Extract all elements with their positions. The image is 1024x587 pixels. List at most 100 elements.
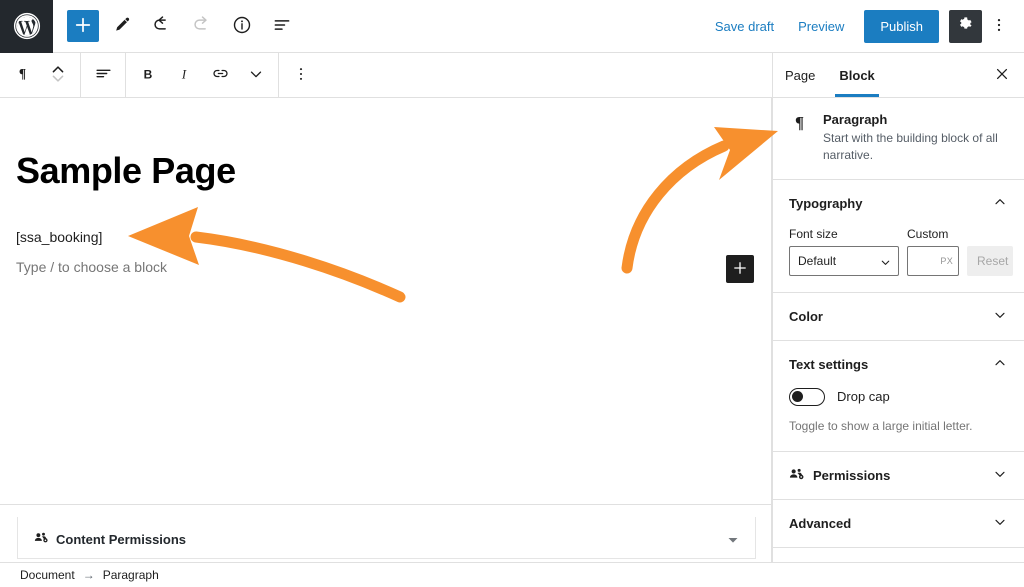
triangle-down-icon[interactable] xyxy=(727,533,739,545)
chevron-down-icon xyxy=(992,514,1008,533)
add-block-button[interactable] xyxy=(67,10,99,42)
editor-canvas[interactable]: Sample Page [ssa_booking] Type / to choo… xyxy=(0,98,772,504)
block-card: ¶ Paragraph Start with the building bloc… xyxy=(773,98,1024,180)
pencil-icon xyxy=(112,15,132,38)
font-size-field: Font size Default xyxy=(789,227,899,276)
chevron-up-icon xyxy=(992,355,1008,374)
breadcrumb-separator: → xyxy=(82,568,95,582)
block-toolbar-group-type: ¶ xyxy=(0,53,81,97)
panel-typography-body: Font size Default Custom PX Reset xyxy=(773,227,1024,292)
editor-status-bar: Document → Paragraph xyxy=(0,562,1024,587)
breadcrumb-item-paragraph[interactable]: Paragraph xyxy=(103,568,159,582)
gear-icon xyxy=(957,16,974,36)
more-rich-text-button[interactable] xyxy=(238,55,274,95)
kebab-menu-icon xyxy=(990,16,1008,37)
panel-color: Color xyxy=(773,293,1024,341)
list-view-icon xyxy=(272,15,292,38)
panel-color-header[interactable]: Color xyxy=(773,293,1024,340)
drop-cap-label: Drop cap xyxy=(837,389,890,405)
svg-text:¶: ¶ xyxy=(18,66,25,81)
font-size-select-wrap: Default xyxy=(789,245,899,276)
toggle-knob xyxy=(792,390,803,402)
panel-advanced: Advanced xyxy=(773,500,1024,548)
save-draft-button[interactable]: Save draft xyxy=(703,11,786,42)
italic-i-icon: I xyxy=(175,65,193,86)
list-view-button[interactable] xyxy=(265,9,299,43)
custom-font-size-field: Custom PX xyxy=(907,227,959,276)
italic-button[interactable]: I xyxy=(166,55,202,95)
redo-arrow-icon xyxy=(192,14,213,38)
custom-font-size-input[interactable] xyxy=(907,245,959,276)
font-size-select[interactable]: Default xyxy=(789,245,899,276)
empty-block-placeholder[interactable]: Type / to choose a block xyxy=(16,256,167,278)
more-options-button[interactable] xyxy=(984,10,1014,43)
bold-b-icon: B xyxy=(139,65,157,86)
link-button[interactable] xyxy=(202,55,238,95)
font-size-row: Font size Default Custom PX Reset xyxy=(789,227,1013,276)
panel-permissions-header[interactable]: Permissions xyxy=(773,452,1024,499)
font-size-reset-button[interactable]: Reset xyxy=(967,245,1013,276)
undo-button[interactable] xyxy=(145,9,179,43)
align-left-icon xyxy=(94,64,113,86)
panel-text-settings-body: Drop cap Toggle to show a large initial … xyxy=(773,387,1024,451)
block-toolbar-group-format: B I xyxy=(126,53,279,97)
panel-advanced-title: Advanced xyxy=(789,515,852,531)
chevron-updown-icon xyxy=(51,63,65,88)
plus-icon xyxy=(732,260,748,279)
kebab-menu-icon xyxy=(292,65,310,86)
font-size-label: Font size xyxy=(789,226,838,241)
panel-permissions-title-wrap: Permissions xyxy=(789,466,890,485)
custom-label: Custom xyxy=(907,226,949,241)
panel-text-settings-title: Text settings xyxy=(789,356,869,372)
paragraph-block[interactable]: [ssa_booking] xyxy=(16,226,102,248)
panel-permissions: Permissions xyxy=(773,452,1024,500)
block-options-button[interactable] xyxy=(283,55,319,95)
drop-cap-toggle[interactable] xyxy=(789,387,825,406)
panel-permissions-title: Permissions xyxy=(813,467,891,483)
paragraph-pilcrow-icon: ¶ xyxy=(14,65,31,85)
block-card-text: Paragraph Start with the building block … xyxy=(823,112,1008,165)
block-settings-sidebar: Page Block ¶ Paragraph Start with the bu… xyxy=(772,53,1024,562)
svg-text:I: I xyxy=(181,67,187,81)
redo-button[interactable] xyxy=(185,9,219,43)
metabox-area: Content Permissions xyxy=(0,504,772,562)
chevron-down-icon xyxy=(247,65,265,86)
align-text-button[interactable] xyxy=(85,55,121,95)
svg-text:¶: ¶ xyxy=(795,113,804,132)
bold-button[interactable]: B xyxy=(130,55,166,95)
tab-block[interactable]: Block xyxy=(827,53,886,97)
metabox-content-permissions[interactable]: Content Permissions xyxy=(17,517,756,559)
custom-input-wrap: PX xyxy=(907,245,959,276)
editor-top-bar: Save draft Preview Publish xyxy=(0,0,1024,53)
panel-color-title: Color xyxy=(789,308,823,324)
panel-typography-title: Typography xyxy=(789,195,863,211)
info-circle-icon xyxy=(232,15,252,38)
panel-text-settings: Text settings Drop cap Toggle to show a … xyxy=(773,341,1024,452)
edit-mode-button[interactable] xyxy=(105,9,139,43)
sidebar-close-button[interactable] xyxy=(988,61,1016,89)
chevron-down-icon xyxy=(992,466,1008,485)
chevron-up-icon xyxy=(992,194,1008,213)
move-block-updown-button[interactable] xyxy=(40,55,76,95)
drop-cap-help-text: Toggle to show a large initial letter. xyxy=(789,418,973,433)
publish-button[interactable]: Publish xyxy=(864,9,939,43)
block-type-button[interactable]: ¶ xyxy=(4,55,40,95)
page-title[interactable]: Sample Page xyxy=(16,151,236,191)
block-card-title: Paragraph xyxy=(823,112,888,127)
undo-arrow-icon xyxy=(152,14,173,38)
users-gear-icon xyxy=(34,530,49,548)
wordpress-logo-icon[interactable] xyxy=(0,0,53,53)
paragraph-pilcrow-icon: ¶ xyxy=(787,112,811,165)
canvas-block-inserter-button[interactable] xyxy=(726,255,754,283)
panel-text-settings-header[interactable]: Text settings xyxy=(773,341,1024,388)
settings-toggle-button[interactable] xyxy=(949,9,982,43)
tab-page[interactable]: Page xyxy=(773,53,827,97)
panel-typography-header[interactable]: Typography xyxy=(773,180,1024,227)
panel-advanced-header[interactable]: Advanced xyxy=(773,500,1024,547)
details-button[interactable] xyxy=(225,9,259,43)
preview-button[interactable]: Preview xyxy=(786,11,856,42)
breadcrumb-item-document[interactable]: Document xyxy=(20,568,75,582)
drop-cap-row: Drop cap xyxy=(789,387,1008,406)
block-card-description: Start with the building block of all nar… xyxy=(823,131,998,163)
block-toolbar-group-align xyxy=(81,53,126,97)
